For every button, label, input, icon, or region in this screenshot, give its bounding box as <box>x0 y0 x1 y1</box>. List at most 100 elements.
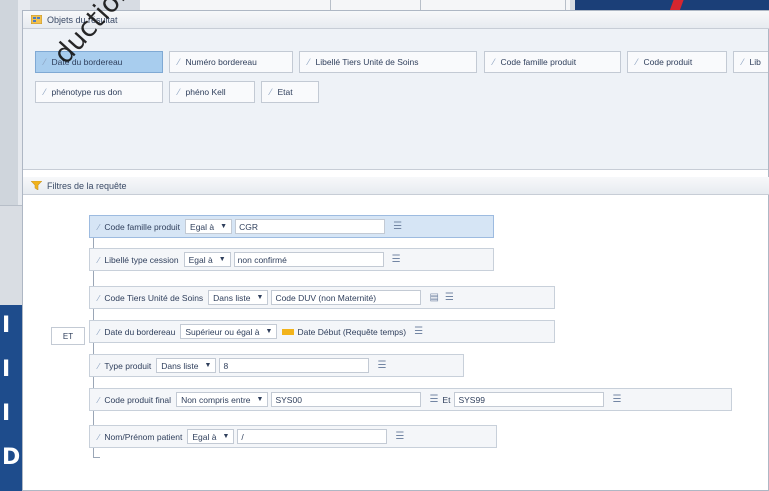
result-object-chip[interactable]: ⁄ Code produit <box>627 51 727 73</box>
values-list-icon[interactable]: ▤ <box>429 292 438 303</box>
filter-operator-select[interactable]: Egal à ▼ <box>187 429 235 444</box>
background-left-top <box>0 0 18 205</box>
dropdown-arrow-icon: ▼ <box>256 396 264 403</box>
filters-section-header[interactable]: Filtres de la requête <box>23 177 769 195</box>
filter-value-input[interactable]: / <box>237 429 388 444</box>
background-letter: I <box>2 401 11 426</box>
prompt-icon <box>282 328 295 335</box>
result-object-chip[interactable]: ⁄ Etat <box>261 81 319 103</box>
filter-field-label: Code produit final <box>104 394 172 405</box>
list-options-icon[interactable]: ☰ <box>612 394 621 405</box>
operator-label: Egal à <box>188 254 213 265</box>
pin-icon: ⁄ <box>44 87 46 97</box>
result-object-chip[interactable]: ⁄ Lib <box>733 51 768 73</box>
filter-operator-select[interactable]: Dans liste ▼ <box>156 358 217 373</box>
pin-icon: ⁄ <box>98 254 100 265</box>
filter-row[interactable]: ⁄ Nom/Prénom patient Egal à ▼ / ☰ <box>89 425 497 448</box>
result-object-chip[interactable]: ⁄ Libellé Tiers Unité de Soins <box>299 51 477 73</box>
filter-field-label: Type produit <box>104 360 152 371</box>
filter-field-label: Code famille produit <box>104 221 181 232</box>
prompt-label: Date Début (Requête temps) <box>297 326 407 337</box>
list-options-icon[interactable]: ☰ <box>429 394 438 405</box>
filter-value-input[interactable]: SYS00 <box>271 392 422 407</box>
pin-icon: ⁄ <box>98 394 100 405</box>
between-label: Et <box>442 394 451 405</box>
filter-value-input[interactable]: non confirmé <box>233 252 384 267</box>
objects-icon <box>31 15 42 24</box>
filter-row[interactable]: ⁄ Date du bordereau Supérieur ou égal à ▼… <box>89 320 555 343</box>
pin-icon: ⁄ <box>178 57 180 67</box>
pin-icon: ⁄ <box>742 57 744 67</box>
chip-label: phéno Kell <box>185 87 226 97</box>
filter-row[interactable]: ⁄ Code Tiers Unité de Soins Dans liste ▼ … <box>89 286 555 309</box>
filter-operator-select[interactable]: Dans liste ▼ <box>208 290 269 305</box>
dropdown-arrow-icon: ▼ <box>204 362 212 369</box>
objects-section-header[interactable]: Objets du résultat <box>23 11 769 29</box>
filter-row[interactable]: ⁄ Code famille produit Egal à ▼ CGR ☰ <box>89 215 494 238</box>
operator-label: Egal à <box>192 431 217 442</box>
filter-value-input[interactable]: CGR <box>235 219 386 234</box>
filter-row[interactable]: ⁄ Libellé type cession Egal à ▼ non confi… <box>89 248 494 271</box>
filter-operator-select[interactable]: Egal à ▼ <box>183 252 231 267</box>
pin-icon: ⁄ <box>270 87 272 97</box>
chip-label: Libellé Tiers Unité de Soins <box>315 57 419 67</box>
pin-icon: ⁄ <box>308 57 310 67</box>
filter-row[interactable]: ⁄ Type produit Dans liste ▼ 8 ☰ <box>89 354 464 377</box>
pin-icon: ⁄ <box>98 431 100 442</box>
list-options-icon[interactable]: ☰ <box>392 254 401 265</box>
prompt-value[interactable]: Date Début (Requête temps) <box>282 327 406 337</box>
chip-label: Etat <box>277 87 293 97</box>
filter-operator-select[interactable]: Non compris entre ▼ <box>176 392 269 407</box>
result-object-chip[interactable]: ⁄ phénotype rus don <box>35 81 163 103</box>
filter-value-input[interactable]: Code DUV (non Maternité) <box>271 290 422 305</box>
filter-field-label: Code Tiers Unité de Soins <box>104 292 204 303</box>
pin-icon: ⁄ <box>98 221 100 232</box>
chip-label: Code famille produit <box>500 57 577 67</box>
list-options-icon[interactable]: ☰ <box>395 431 404 442</box>
background-letter: I <box>2 357 11 382</box>
filter-icon <box>31 181 42 190</box>
result-object-chip[interactable]: ⁄ Date du bordereau <box>35 51 163 73</box>
filter-operator-select[interactable]: Supérieur ou égal à ▼ <box>180 324 278 339</box>
query-panel: Objets du résultat ⁄ Date du bordereau ⁄… <box>22 0 769 491</box>
background-slide-blue: I I I D <box>0 305 22 491</box>
operator-label: Dans liste <box>161 360 199 371</box>
background-letter: I <box>2 313 11 338</box>
list-options-icon[interactable]: ☰ <box>445 292 454 303</box>
chip-label: Numéro bordereau <box>185 57 257 67</box>
chip-label: Date du bordereau <box>51 57 123 67</box>
filter-field-label: Libellé type cession <box>104 254 179 265</box>
result-objects-area[interactable]: ⁄ Date du bordereau ⁄ Numéro bordereau ⁄… <box>23 29 768 170</box>
operator-label: Egal à <box>190 221 215 232</box>
result-object-chip[interactable]: ⁄ Code famille produit <box>484 51 621 73</box>
background-left-mid <box>0 205 22 306</box>
pin-icon: ⁄ <box>493 57 495 67</box>
pin-icon: ⁄ <box>636 57 638 67</box>
dropdown-arrow-icon: ▼ <box>256 294 264 301</box>
dropdown-arrow-icon: ▼ <box>218 256 226 263</box>
pin-icon: ⁄ <box>98 360 100 371</box>
result-object-chip[interactable]: ⁄ Numéro bordereau <box>169 51 293 73</box>
operator-label: Non compris entre <box>181 394 251 405</box>
filter-row[interactable]: ⁄ Code produit final Non compris entre ▼ … <box>89 388 732 411</box>
pin-icon: ⁄ <box>98 292 100 303</box>
chip-label: phénotype rus don <box>51 87 122 97</box>
list-options-icon[interactable]: ☰ <box>393 221 402 232</box>
filter-field-label: Date du bordereau <box>104 326 176 337</box>
result-object-chip[interactable]: ⁄ phéno Kell <box>169 81 255 103</box>
objects-section-title: Objets du résultat <box>47 14 118 25</box>
filter-value-input[interactable]: 8 <box>219 358 370 373</box>
pin-icon: ⁄ <box>178 87 180 97</box>
operator-label: Dans liste <box>213 292 251 303</box>
logic-operator-button[interactable]: ET <box>51 327 85 345</box>
list-options-icon[interactable]: ☰ <box>414 326 423 337</box>
filter-value2-input[interactable]: SYS99 <box>454 392 605 407</box>
list-options-icon[interactable]: ☰ <box>377 360 386 371</box>
dropdown-arrow-icon: ▼ <box>265 328 273 335</box>
chip-label: Lib <box>749 57 761 67</box>
filter-operator-select[interactable]: Egal à ▼ <box>185 219 233 234</box>
background-letter: D <box>2 445 21 470</box>
pin-icon: ⁄ <box>44 57 46 67</box>
dropdown-arrow-icon: ▼ <box>222 433 230 440</box>
pin-icon: ⁄ <box>98 326 100 337</box>
